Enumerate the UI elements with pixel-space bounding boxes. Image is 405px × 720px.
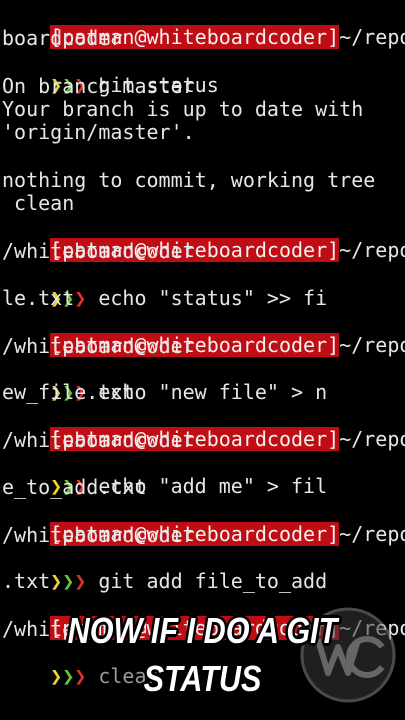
command-line: ❯❯❯ echo "status" >> fi <box>2 264 327 310</box>
video-caption-line-1: NOW IF I DO A GIT <box>67 610 338 651</box>
prompt-line: [patman@whiteboardcoder]~/repos <box>2 3 405 49</box>
video-caption-line-2: STATUS <box>143 658 262 699</box>
prompt-path-continuation: /whiteboardcoder <box>2 428 195 452</box>
prompt-path-continuation: boardcoder <box>2 26 123 50</box>
prompt-line: [patman@whiteboardcoder]~/repos <box>2 405 405 451</box>
prompt-line: [patman@whiteboardcoder]~/repos <box>2 500 405 546</box>
output-line: clean <box>2 191 75 215</box>
prompt-path-continuation: /whiteboardcoder <box>2 239 195 263</box>
command-line: ❯❯❯ echo "new file" > n <box>2 358 327 404</box>
command-continuation: e_to_add.txt <box>2 475 147 499</box>
output-line: Your branch is up to date with <box>2 97 364 121</box>
prompt-path: ~/repos <box>339 25 405 49</box>
output-line: On branch master <box>2 74 195 98</box>
prompt-line: [patman@whiteboardcoder]~/repos <box>2 311 405 357</box>
prompt-line: [patman@whiteboardcoder]~/repos <box>2 216 405 262</box>
command-continuation: .txt <box>2 569 51 593</box>
prompt-path: ~/repos <box>339 238 405 262</box>
command-line: ❯❯❯ git add file_to_add <box>2 547 327 593</box>
prompt-path: ~/repos <box>339 522 405 546</box>
prompt-path-continuation: /whiteboardcoder <box>2 334 195 358</box>
terminal-window[interactable]: [patman@whiteboardcoder]~/repos boardcod… <box>0 0 405 720</box>
output-line: 'origin/master'. <box>2 120 195 144</box>
command-continuation: ew_file.txt <box>2 380 135 404</box>
command-line: ❯❯❯ git status <box>2 51 219 97</box>
prompt-arrows-icon: ❯❯❯ <box>50 569 87 593</box>
command-text: git add file_to_add <box>86 569 328 593</box>
prompt-path: ~/repos <box>339 333 405 357</box>
command-line: ❯❯❯ echo "add me" > fil <box>2 452 327 498</box>
prompt-path-continuation: /whiteboardcoder <box>2 523 195 547</box>
prompt-path: ~/repos <box>339 427 405 451</box>
command-text: echo "status" >> fi <box>86 286 328 310</box>
output-line: nothing to commit, working tree <box>2 168 376 192</box>
command-continuation: le.txt <box>2 286 75 310</box>
